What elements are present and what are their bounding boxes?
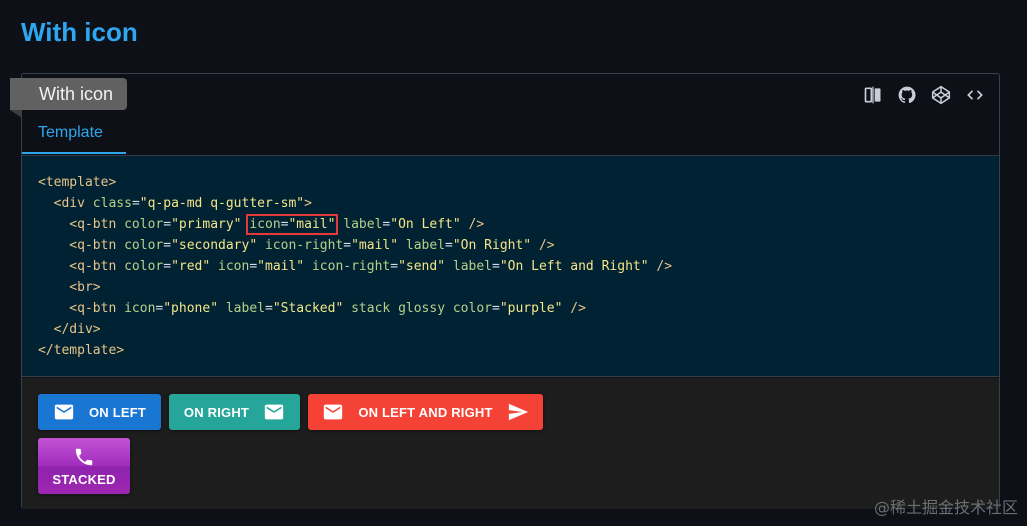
- code-line: <q-btn color="red" icon="mail" icon-righ…: [38, 259, 673, 274]
- code-token: icon: [218, 259, 250, 274]
- code-token: />: [460, 217, 485, 232]
- code-token: />: [562, 301, 586, 316]
- code-token: <div: [38, 196, 93, 211]
- on-left-and-right-button[interactable]: ON LEFT AND RIGHT: [308, 394, 543, 430]
- code-token: />: [648, 259, 673, 274]
- code-token: <template>: [38, 175, 117, 190]
- github-icon[interactable]: [895, 84, 919, 106]
- phone-icon: [75, 448, 93, 465]
- stacked-button[interactable]: STACKED: [38, 438, 130, 494]
- code-token: icon-right: [264, 238, 344, 253]
- code-token: "On Left and Right": [499, 259, 649, 274]
- code-token: "mail": [288, 217, 336, 232]
- button-label: STACKED: [52, 471, 116, 487]
- on-left-button[interactable]: ON LEFT: [38, 394, 161, 430]
- code-token: />: [531, 238, 555, 253]
- code-token: </div>: [38, 322, 101, 337]
- code-token: <q-btn: [38, 238, 125, 253]
- code-token: "Stacked": [272, 301, 344, 316]
- badge-fold: [10, 110, 22, 118]
- mail-icon: [264, 404, 284, 420]
- example-card: With icon Template <template> <div class…: [10, 73, 1000, 509]
- code-line: <q-btn color="primary" icon="mail" label…: [38, 214, 485, 235]
- code-token: <q-btn: [38, 301, 125, 316]
- code-line: <div class="q-pa-md q-gutter-sm">: [38, 193, 999, 214]
- code-token: "secondary": [171, 238, 258, 253]
- highlighted-attribute: icon="mail": [246, 214, 339, 235]
- code-line: <q-btn icon="phone" label="Stacked" stac…: [38, 301, 586, 316]
- code-token: =: [131, 196, 140, 211]
- code-token: "primary": [171, 217, 242, 232]
- mail-icon: [324, 404, 343, 420]
- code-token: "On Left": [390, 217, 461, 232]
- code-token: "On Right": [452, 238, 532, 253]
- code-token: label: [405, 238, 446, 253]
- code-token: "mail": [257, 259, 305, 274]
- code-block: <template> <div class="q-pa-md q-gutter-…: [22, 156, 999, 377]
- code-token: color: [124, 238, 164, 253]
- code-token: class: [92, 196, 132, 211]
- code-line: <br>: [38, 277, 999, 298]
- swap-card-icon[interactable]: [861, 84, 885, 106]
- watermark: @稀土掘金技术社区: [873, 498, 1018, 517]
- tab-template[interactable]: Template: [22, 121, 126, 154]
- code-line: <template>: [38, 172, 999, 193]
- card-header: With icon Template: [10, 74, 999, 156]
- code-token: icon: [249, 217, 281, 232]
- code-token: "purple": [499, 301, 563, 316]
- code-token: "mail": [351, 238, 399, 253]
- on-right-button[interactable]: ON RIGHT: [169, 394, 300, 430]
- code-line: <q-btn color="secondary" icon-right="mai…: [38, 238, 555, 253]
- code-token: color: [124, 217, 164, 232]
- code-token: color: [452, 301, 492, 316]
- code-token: "send": [398, 259, 446, 274]
- code-token: label: [225, 301, 265, 316]
- code-token: </template>: [38, 343, 125, 358]
- codepen-icon[interactable]: [929, 84, 953, 106]
- code-token: label: [343, 217, 383, 232]
- button-label: ON LEFT AND RIGHT: [358, 404, 493, 420]
- card-toolbar: [861, 84, 987, 106]
- code-line: </div>: [38, 319, 999, 340]
- code-line: </template>: [38, 340, 999, 361]
- code-token: icon: [124, 301, 156, 316]
- code-token: label: [452, 259, 493, 274]
- demo-area: ON LEFT ON RIGHT ON LEFT AND RIGHT STACK…: [22, 378, 999, 509]
- code-token: icon-right: [311, 259, 391, 274]
- button-label: ON RIGHT: [183, 404, 250, 420]
- code-token: "q-pa-md q-gutter-sm": [139, 196, 305, 211]
- code-token: <q-btn: [38, 259, 125, 274]
- code-token: "red": [171, 259, 211, 274]
- example-title-badge: With icon: [10, 78, 127, 110]
- code-token: <q-btn: [38, 217, 125, 232]
- page-title: With icon: [21, 17, 138, 47]
- code-token: "phone": [163, 301, 219, 316]
- code-icon[interactable]: [963, 84, 987, 106]
- code-token: stack glossy: [351, 301, 446, 316]
- code-token: <br>: [38, 280, 101, 295]
- code-token: >: [304, 196, 312, 211]
- button-label: ON LEFT: [88, 404, 146, 420]
- code-token: color: [124, 259, 164, 274]
- send-icon: [508, 403, 528, 421]
- mail-icon: [54, 404, 74, 420]
